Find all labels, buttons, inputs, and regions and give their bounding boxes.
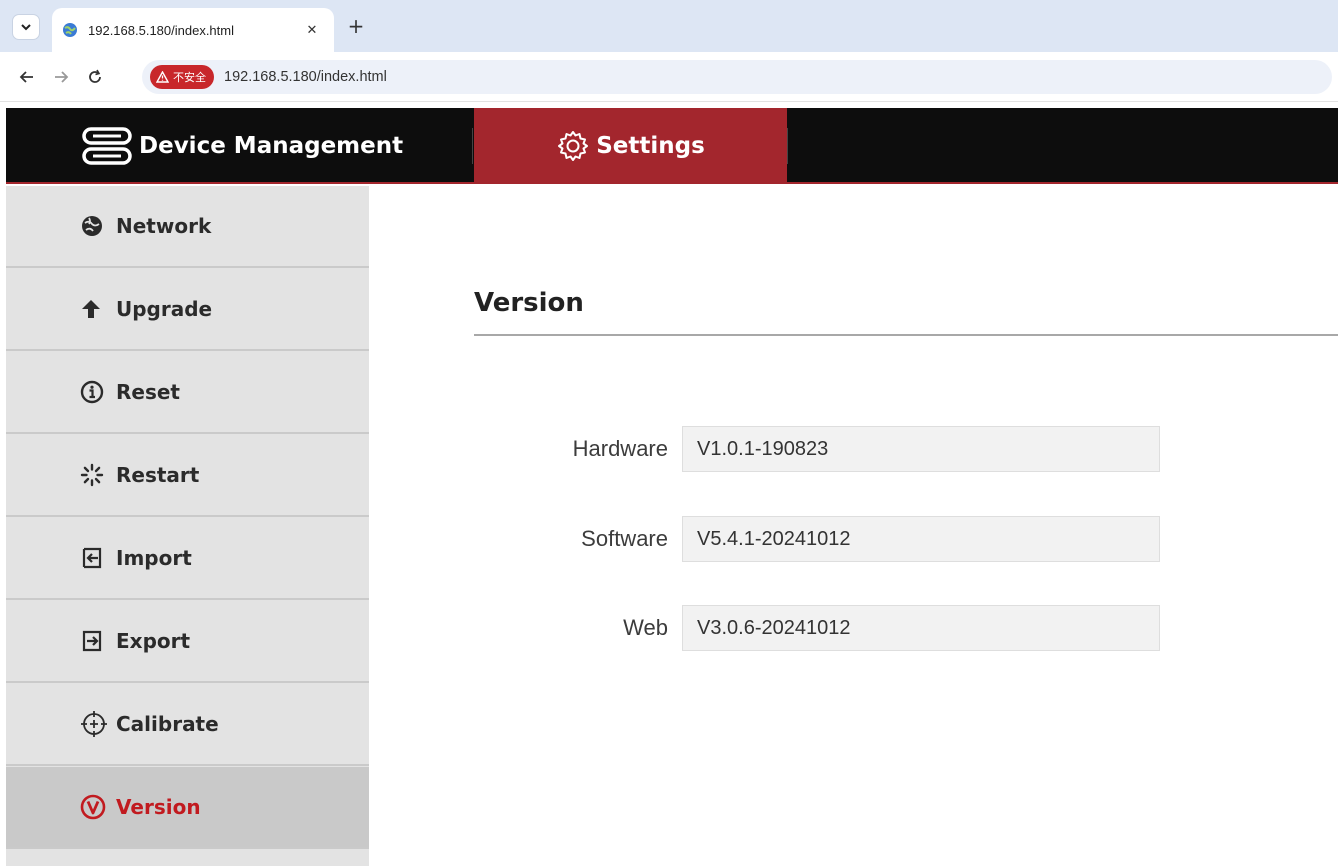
browser-tab[interactable]: 192.168.5.180/index.html ✕ <box>52 8 334 52</box>
header-divider <box>472 128 473 164</box>
server-icon <box>82 127 132 165</box>
gear-icon <box>558 131 589 161</box>
web-field[interactable] <box>682 605 1160 651</box>
software-field[interactable] <box>682 516 1160 562</box>
browser-toolbar: 不安全 192.168.5.180/index.html <box>0 52 1338 102</box>
arrow-up-icon <box>80 298 116 320</box>
import-icon <box>80 546 116 570</box>
info-icon <box>80 380 116 404</box>
brand-title: Device Management <box>139 133 404 159</box>
browser-tabstrip: 192.168.5.180/index.html ✕ + <box>0 0 1338 52</box>
sidebar-item-label: Network <box>116 214 212 238</box>
sidebar-item-label: Reset <box>116 380 180 404</box>
app-header: Device Management Settings <box>6 108 1338 184</box>
chevron-down-icon <box>21 24 31 31</box>
forward-button[interactable] <box>50 66 72 88</box>
form-row-hardware: Hardware <box>474 426 1174 472</box>
globe-favicon-icon <box>63 23 77 37</box>
sidebar-item-label: Calibrate <box>116 712 219 736</box>
globe-icon <box>80 214 116 238</box>
header-divider <box>787 128 788 164</box>
brand[interactable]: Device Management <box>81 108 403 184</box>
crosshair-icon <box>80 710 116 738</box>
arrow-right-icon <box>55 71 69 83</box>
tab-search-button[interactable] <box>12 14 40 40</box>
new-tab-button[interactable]: + <box>344 14 368 38</box>
hardware-field[interactable] <box>682 426 1160 472</box>
sidebar-item-export[interactable]: Export <box>6 601 369 683</box>
reload-button[interactable] <box>84 66 106 88</box>
arrow-left-icon <box>19 71 33 83</box>
sidebar-item-import[interactable]: Import <box>6 518 369 600</box>
back-button[interactable] <box>16 66 38 88</box>
hardware-label: Hardware <box>572 436 668 461</box>
insecure-label: 不安全 <box>173 71 206 84</box>
sidebar-item-upgrade[interactable]: Upgrade <box>6 269 369 351</box>
title-divider <box>474 334 1338 336</box>
sidebar-item-label: Export <box>116 629 191 653</box>
tab-title: 192.168.5.180/index.html <box>88 22 234 38</box>
tab-close-icon[interactable]: ✕ <box>302 23 322 38</box>
reload-icon <box>89 69 101 83</box>
url-text: 192.168.5.180/index.html <box>224 69 387 85</box>
sidebar-item-reset[interactable]: Reset <box>6 352 369 434</box>
nav-settings-label: Settings <box>596 133 705 159</box>
sidebar-item-network[interactable]: Network <box>6 186 369 268</box>
spinner-icon <box>80 463 116 487</box>
sidebar-item-label: Restart <box>116 463 200 487</box>
form-row-web: Web <box>474 605 1174 651</box>
sidebar-item-calibrate[interactable]: Calibrate <box>6 684 369 766</box>
nav-settings[interactable]: Settings <box>474 108 787 184</box>
form-row-software: Software <box>474 516 1174 562</box>
sidebar-item-label: Import <box>116 546 192 570</box>
software-label: Software <box>581 526 668 551</box>
sidebar: Network Upgrade Reset Restart Import Exp… <box>6 186 369 866</box>
warning-triangle-icon <box>156 71 169 83</box>
version-icon <box>80 794 116 820</box>
sidebar-item-version[interactable]: Version <box>6 767 369 849</box>
address-bar[interactable]: 不安全 192.168.5.180/index.html <box>142 60 1332 94</box>
sidebar-item-label: Version <box>116 795 201 819</box>
sidebar-item-label: Upgrade <box>116 297 213 321</box>
page-title: Version <box>474 288 584 318</box>
sidebar-item-restart[interactable]: Restart <box>6 435 369 517</box>
web-label: Web <box>623 615 668 640</box>
export-icon <box>80 629 116 653</box>
security-indicator[interactable]: 不安全 <box>150 65 214 89</box>
